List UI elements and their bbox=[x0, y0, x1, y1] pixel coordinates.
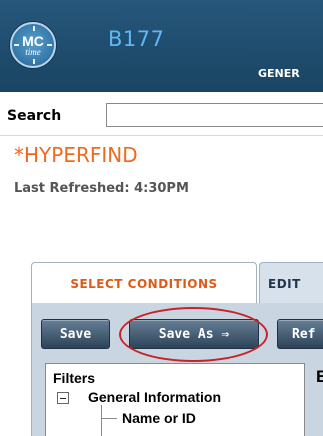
right-panel-heading: E bbox=[316, 367, 323, 386]
tree-item-name-or-id[interactable]: Name or ID bbox=[122, 410, 196, 426]
search-label: Search bbox=[7, 108, 62, 124]
tab-select-conditions[interactable]: SELECT CONDITIONS bbox=[31, 262, 257, 304]
tab-bar: SELECT CONDITIONS EDIT bbox=[0, 262, 323, 304]
search-input[interactable] bbox=[106, 103, 323, 127]
collapse-icon[interactable] bbox=[57, 392, 69, 404]
filters-heading: Filters bbox=[53, 370, 96, 386]
refresh-button[interactable]: Ref bbox=[277, 319, 323, 349]
page-title: *HYPERFIND bbox=[14, 143, 138, 167]
tree-connector-line bbox=[101, 405, 102, 436]
save-as-button[interactable]: Save As ⇒ bbox=[129, 319, 259, 349]
section-label: GENER bbox=[258, 67, 300, 80]
tree-group-general-information[interactable]: General Information bbox=[88, 389, 221, 405]
logo-subtext: time bbox=[25, 47, 41, 57]
app-header: MC time B177 GENER bbox=[0, 0, 323, 92]
save-button[interactable]: Save bbox=[41, 319, 110, 349]
last-refreshed-text: Last Refreshed: 4:30PM bbox=[14, 181, 189, 196]
search-bar: Search bbox=[0, 92, 323, 136]
tree-connector-branch bbox=[101, 418, 117, 419]
app-title: B177 bbox=[108, 27, 165, 51]
tab-edit[interactable]: EDIT bbox=[259, 262, 323, 304]
mctime-logo[interactable]: MC time bbox=[10, 22, 56, 68]
